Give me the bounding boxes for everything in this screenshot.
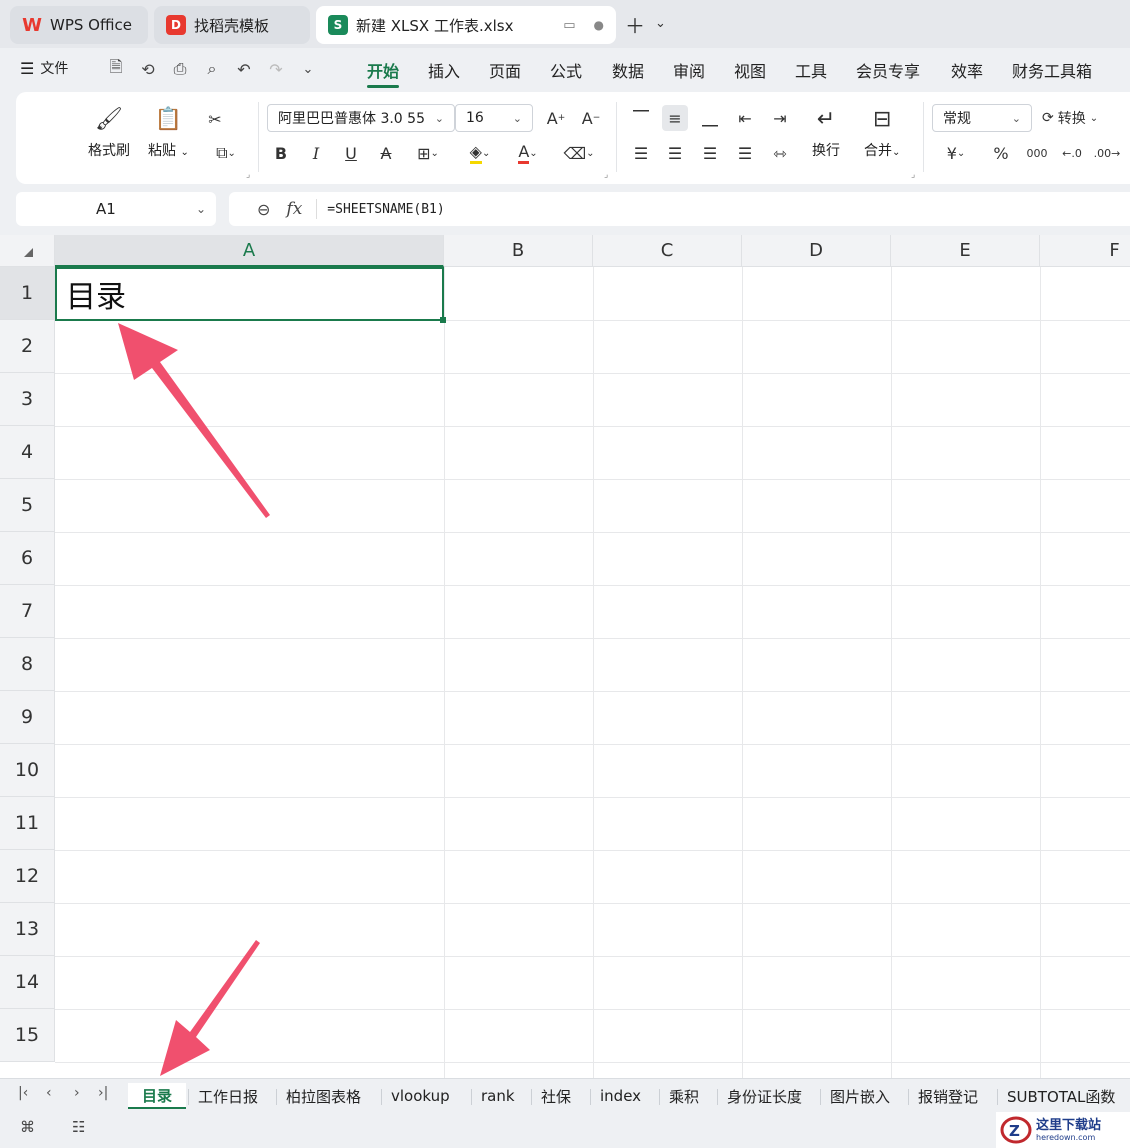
sheet-tab-separator bbox=[188, 1089, 189, 1105]
sheet-tab-separator bbox=[820, 1089, 821, 1105]
watermark-url: heredown.com bbox=[1036, 1132, 1096, 1142]
sheet-tab[interactable]: 工作日报 bbox=[198, 1083, 258, 1109]
sheet-tab-bar: |‹ ‹ › ›| 目录 工作日报 柏拉图表格 vlookup rank 社保 index 乘… bbox=[0, 1078, 1130, 1110]
sheet-tab[interactable]: rank bbox=[481, 1083, 515, 1109]
sheet-tab[interactable]: 社保 bbox=[541, 1083, 571, 1109]
watermark-title: 这里下载站 bbox=[1036, 1117, 1102, 1133]
sheet-tab[interactable]: index bbox=[600, 1083, 641, 1109]
sheet-list-icon[interactable]: ☷ bbox=[72, 1118, 85, 1136]
sheet-tab[interactable]: 图片嵌入 bbox=[830, 1083, 890, 1109]
sheet-tab-separator bbox=[381, 1089, 382, 1105]
sheet-tab-separator bbox=[276, 1089, 277, 1105]
svg-text:Z: Z bbox=[1009, 1122, 1020, 1140]
status-bar: ⌘ ☷ bbox=[0, 1110, 1130, 1148]
sheet-tab[interactable]: 目录 bbox=[128, 1083, 187, 1109]
arrow-to-cell-a1 bbox=[118, 323, 270, 518]
sheet-tab-separator bbox=[531, 1089, 532, 1105]
arrow-to-sheet-tab bbox=[160, 940, 260, 1076]
watermark-text: 这里下载站 heredown.com bbox=[1036, 1117, 1102, 1142]
last-sheet-icon[interactable]: ›| bbox=[98, 1085, 108, 1101]
sheet-tab[interactable]: SUBTOTAL函数 bbox=[1007, 1083, 1115, 1109]
sheet-tab-separator bbox=[717, 1089, 718, 1105]
macro-icon[interactable]: ⌘ bbox=[20, 1118, 35, 1136]
sheet-tab[interactable]: vlookup bbox=[391, 1083, 450, 1109]
first-sheet-icon[interactable]: |‹ bbox=[18, 1085, 28, 1101]
watermark-logo: Z bbox=[1000, 1116, 1032, 1144]
sheet-tab[interactable]: 报销登记 bbox=[918, 1083, 978, 1109]
sheet-tab-separator bbox=[471, 1089, 472, 1105]
sheet-tab-separator bbox=[997, 1089, 998, 1105]
sheet-tab[interactable]: 柏拉图表格 bbox=[286, 1083, 361, 1109]
sheet-tab-separator bbox=[659, 1089, 660, 1105]
next-sheet-icon[interactable]: › bbox=[74, 1085, 80, 1101]
annotation-arrows bbox=[118, 323, 270, 1076]
sheet-tab-separator bbox=[590, 1089, 591, 1105]
sheet-tab[interactable]: 乘积 bbox=[669, 1083, 699, 1109]
prev-sheet-icon[interactable]: ‹ bbox=[46, 1085, 52, 1101]
watermark: Z 这里下载站 heredown.com bbox=[996, 1112, 1130, 1148]
sheet-tab-separator bbox=[908, 1089, 909, 1105]
sheet-tab[interactable]: 身份证长度 bbox=[727, 1083, 802, 1109]
